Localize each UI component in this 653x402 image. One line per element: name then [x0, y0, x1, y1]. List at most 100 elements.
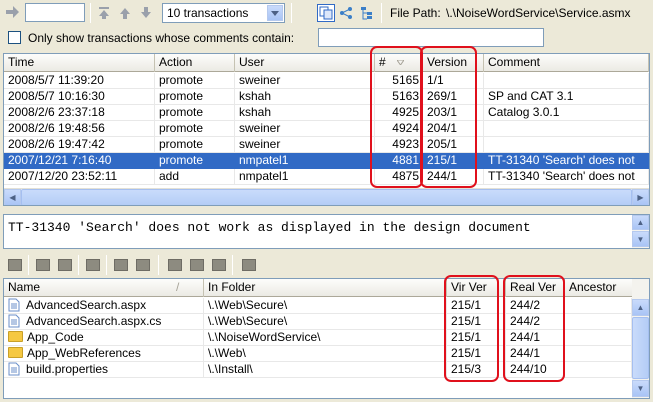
column-number[interactable]: #: [375, 54, 423, 72]
column-time[interactable]: Time: [4, 54, 155, 72]
file-name: App_WebReferences: [27, 346, 141, 360]
cell-time: 2007/12/20 23:52:11: [4, 169, 155, 185]
column-name[interactable]: Name /: [4, 279, 204, 297]
column-ancestor[interactable]: Ancestor: [565, 279, 632, 297]
merge-icon[interactable]: [34, 256, 52, 274]
cell-version: 205/1: [423, 137, 484, 153]
cell-ancestor: [565, 346, 632, 362]
branch-icon[interactable]: [337, 4, 355, 22]
list-item[interactable]: build.properties \.\Install\ 215/3 244/10: [4, 362, 632, 378]
files-toolbar: [0, 253, 653, 277]
cell-time: 2008/5/7 11:39:20: [4, 73, 155, 89]
cell-time: 2008/2/6 19:48:56: [4, 121, 155, 137]
table-row[interactable]: 2008/5/7 11:39:20 promote sweiner 5165 1/1: [4, 73, 649, 89]
down-arrow-icon[interactable]: [137, 4, 155, 22]
column-name-label: Name: [8, 280, 41, 294]
cell-number: 4924: [375, 121, 423, 137]
annotate-icon[interactable]: [112, 256, 130, 274]
table-row[interactable]: 2008/2/6 19:47:42 promote sweiner 4923 205/1: [4, 137, 649, 153]
scroll-left-icon[interactable]: ◀: [4, 189, 21, 205]
cell-name: App_WebReferences: [4, 346, 204, 362]
copy-view-icon[interactable]: [317, 4, 335, 22]
column-user[interactable]: User: [235, 54, 375, 72]
column-vir-ver[interactable]: Vir Ver: [447, 279, 506, 297]
column-action[interactable]: Action: [155, 54, 235, 72]
file-name: AdvancedSearch.aspx.cs: [26, 314, 162, 328]
scroll-down-icon[interactable]: ▼: [632, 380, 649, 397]
comment-preview-text: TT-31340 'Search' does not work as displ…: [8, 220, 531, 235]
file-path-label: File Path:: [390, 6, 441, 20]
cell-real-ver: 244/2: [506, 298, 565, 314]
folder-icon: [8, 347, 23, 358]
cell-name: App_Code: [4, 330, 204, 346]
send-icon[interactable]: [210, 256, 228, 274]
table-row[interactable]: 2008/5/7 10:16:30 promote kshah 5163 269/1 SP…: [4, 89, 649, 105]
list-item[interactable]: App_WebReferences \.\Web\ 215/1 244/1: [4, 346, 632, 362]
column-real-ver[interactable]: Real Ver: [506, 279, 565, 297]
table-row[interactable]: 2007/12/20 23:52:11 add nmpatel1 4875 244/1 T…: [4, 169, 649, 185]
comment-preview-panel: TT-31340 'Search' does not work as displ…: [3, 214, 650, 249]
chevron-down-icon[interactable]: [267, 5, 283, 21]
files-vscrollbar[interactable]: ▲ ▼: [632, 279, 649, 398]
scroll-down-icon[interactable]: ▼: [632, 231, 649, 247]
cell-version: 269/1: [423, 89, 484, 105]
cell-action: promote: [155, 121, 235, 137]
up-arrow-icon[interactable]: [116, 4, 134, 22]
table-row[interactable]: 2008/2/6 19:48:56 promote sweiner 4924 204/1: [4, 121, 649, 137]
version-browser-icon[interactable]: [134, 256, 152, 274]
scroll-up-icon[interactable]: ▲: [632, 215, 649, 230]
cell-number: 4925: [375, 105, 423, 121]
scroll-thumb[interactable]: [21, 189, 632, 205]
scroll-thumb[interactable]: [632, 317, 649, 379]
list-item[interactable]: AdvancedSearch.aspx \.\Web\Secure\ 215/1 24…: [4, 298, 632, 314]
cell-real-ver: 244/2: [506, 314, 565, 330]
cell-vir-ver: 215/1: [447, 314, 506, 330]
comment-preview-scrollbar[interactable]: ▲ ▼: [632, 215, 649, 248]
list-item[interactable]: App_Code \.\NoiseWordService\ 215/1 244/1: [4, 330, 632, 346]
folder-icon: [8, 331, 23, 342]
scroll-up-icon[interactable]: ▲: [632, 299, 649, 316]
open-icon[interactable]: [56, 256, 74, 274]
transactions-hscrollbar[interactable]: ◀ ▶: [4, 188, 649, 205]
splitter[interactable]: [3, 208, 650, 213]
cell-name: AdvancedSearch.aspx.cs: [4, 314, 204, 330]
transactions-table: Time Action User # Version Comment 2008/…: [3, 53, 650, 206]
comment-filter-input[interactable]: [318, 28, 544, 47]
scroll-right-icon[interactable]: ▶: [632, 189, 649, 205]
cell-action: add: [155, 169, 235, 185]
file-name: App_Code: [27, 330, 84, 344]
dependencies-icon[interactable]: [166, 256, 184, 274]
cell-time: 2008/2/6 19:47:42: [4, 137, 155, 153]
cell-ancestor: [565, 298, 632, 314]
column-comment[interactable]: Comment: [484, 54, 649, 72]
go-arrow-icon[interactable]: [3, 3, 21, 21]
cell-user: kshah: [235, 105, 375, 121]
cell-version: 244/1: [423, 169, 484, 185]
cell-action: promote: [155, 153, 235, 169]
cell-ancestor: [565, 330, 632, 346]
cell-user: sweiner: [235, 137, 375, 153]
history-icon[interactable]: [6, 256, 24, 274]
diff-icon[interactable]: [84, 256, 102, 274]
properties-icon[interactable]: [240, 256, 258, 274]
cell-time: 2008/5/7 10:16:30: [4, 89, 155, 105]
cell-user: nmpatel1: [235, 153, 375, 169]
table-row[interactable]: 2007/12/21 7:16:40 promote nmpatel1 4881 215…: [4, 153, 649, 169]
files-header: Name / In Folder Vir Ver Real Ver Ancest…: [4, 279, 632, 297]
cell-in-folder: \.\Install\: [204, 362, 447, 378]
revert-icon[interactable]: [188, 256, 206, 274]
transactions-count-select[interactable]: 10 transactions: [162, 3, 285, 23]
list-item[interactable]: AdvancedSearch.aspx.cs \.\Web\Secure\ 215/…: [4, 314, 632, 330]
first-arrow-icon[interactable]: [95, 4, 113, 22]
column-version[interactable]: Version: [423, 54, 484, 72]
transaction-number-input[interactable]: [25, 3, 85, 22]
cell-ancestor: [565, 362, 632, 378]
tree-icon[interactable]: [358, 4, 376, 22]
column-in-folder[interactable]: In Folder: [204, 279, 447, 297]
cell-vir-ver: 215/1: [447, 330, 506, 346]
cell-number: 4875: [375, 169, 423, 185]
comment-filter-checkbox[interactable]: [8, 31, 21, 44]
table-row[interactable]: 2008/2/6 23:37:18 promote kshah 4925 203/1 Ca…: [4, 105, 649, 121]
files-table: Name / In Folder Vir Ver Real Ver Ancest…: [3, 278, 650, 399]
file-icon: [8, 314, 20, 328]
